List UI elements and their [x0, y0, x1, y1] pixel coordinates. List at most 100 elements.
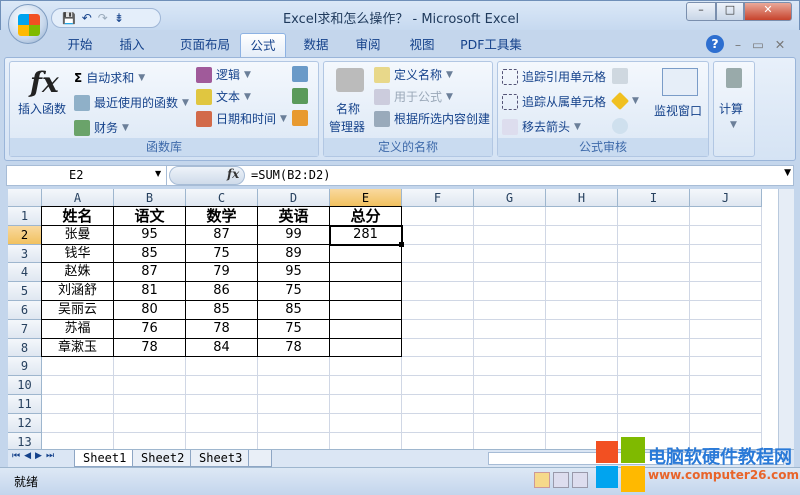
workbook-restore-button[interactable]: ▭ — [750, 33, 766, 57]
name-manager-label-2[interactable]: 管理器 — [329, 118, 365, 135]
tab-insert[interactable]: 插入 — [110, 33, 154, 57]
cell-H4[interactable] — [546, 263, 618, 283]
cell-E9[interactable] — [330, 357, 402, 377]
select-all-button[interactable] — [8, 189, 42, 207]
minimize-button[interactable]: – — [686, 2, 716, 21]
cell-B13[interactable] — [114, 432, 186, 449]
row-header-7[interactable]: 7 — [8, 319, 42, 339]
cell-I11[interactable] — [618, 395, 690, 414]
cell-F13[interactable] — [402, 432, 474, 449]
cell-C7[interactable]: 78 — [185, 318, 258, 339]
cell-C13[interactable] — [186, 432, 258, 449]
row-header-10[interactable]: 10 — [8, 376, 42, 395]
cell-J9[interactable] — [690, 357, 762, 377]
column-header-H[interactable]: H — [546, 189, 618, 207]
insert-function-icon[interactable]: fx — [30, 66, 59, 99]
insert-function-icon[interactable]: fx — [227, 167, 239, 181]
column-header-J[interactable]: J — [690, 189, 762, 207]
cell-H7[interactable] — [546, 319, 618, 339]
cell-A5[interactable]: 刘涵舒 — [41, 281, 114, 301]
tab-page-layout[interactable]: 页面布局 — [165, 33, 245, 57]
cell-E4[interactable] — [329, 262, 402, 283]
column-header-F[interactable]: F — [402, 189, 474, 207]
cell-D5[interactable]: 75 — [257, 281, 330, 301]
cell-C4[interactable]: 79 — [185, 262, 258, 283]
cell-H1[interactable] — [546, 207, 618, 226]
cell-F11[interactable] — [402, 395, 474, 414]
cell-F6[interactable] — [402, 301, 474, 320]
cell-C10[interactable] — [186, 376, 258, 395]
cell-D6[interactable]: 85 — [257, 300, 330, 320]
cell-A13[interactable] — [42, 432, 114, 449]
cell-H10[interactable] — [546, 376, 618, 395]
cell-A12[interactable] — [42, 413, 114, 433]
cell-I5[interactable] — [618, 282, 690, 301]
tab-data[interactable]: 数据 — [296, 33, 336, 57]
row-header-1[interactable]: 1 — [8, 207, 42, 226]
column-header-D[interactable]: D — [258, 189, 330, 207]
cell-J1[interactable] — [690, 207, 762, 226]
cell-J6[interactable] — [690, 301, 762, 320]
more-functions-button[interactable] — [292, 110, 308, 126]
close-button[interactable]: ✕ — [744, 2, 792, 21]
cell-J8[interactable] — [690, 338, 762, 358]
error-checking-button[interactable]: ▼ — [610, 91, 639, 111]
show-formulas-button[interactable] — [612, 68, 628, 84]
office-button[interactable] — [8, 4, 48, 44]
cell-G7[interactable] — [474, 319, 546, 339]
cell-D13[interactable] — [258, 432, 330, 449]
cell-F5[interactable] — [402, 282, 474, 301]
cell-C2[interactable]: 87 — [185, 224, 258, 245]
column-header-A[interactable]: A — [42, 189, 114, 207]
cell-A7[interactable]: 苏福 — [41, 318, 114, 339]
row-header-3[interactable]: 3 — [8, 244, 42, 264]
lookup-button[interactable] — [292, 66, 308, 82]
cell-B8[interactable]: 78 — [113, 337, 186, 358]
ribbon-minimize-button[interactable]: – — [730, 33, 746, 57]
cell-E5[interactable] — [329, 281, 402, 301]
sheet-tab-1[interactable]: Sheet1 — [74, 450, 136, 467]
create-from-selection-button[interactable]: 根据所选内容创建 — [374, 110, 490, 127]
cell-A1[interactable]: 姓名 — [41, 206, 114, 226]
row-header-5[interactable]: 5 — [8, 282, 42, 301]
cell-B1[interactable]: 语文 — [113, 206, 186, 226]
math-trig-button[interactable] — [292, 88, 308, 104]
cell-C9[interactable] — [186, 357, 258, 377]
cell-E6[interactable] — [329, 300, 402, 320]
cell-B3[interactable]: 85 — [113, 243, 186, 264]
cell-A6[interactable]: 吴丽云 — [41, 300, 114, 320]
page-break-view-icon[interactable] — [572, 472, 588, 488]
cell-E7[interactable] — [329, 318, 402, 339]
cell-F12[interactable] — [402, 413, 474, 433]
cell-J10[interactable] — [690, 376, 762, 395]
cell-A10[interactable] — [42, 376, 114, 395]
insert-function-button[interactable]: 插入函数 — [18, 100, 66, 117]
financial-button[interactable]: 财务 ▼ — [74, 119, 129, 136]
cell-I3[interactable] — [618, 244, 690, 264]
cell-B4[interactable]: 87 — [113, 262, 186, 283]
cell-B12[interactable] — [114, 413, 186, 433]
remove-arrows-button[interactable]: 移去箭头 ▼ — [502, 118, 581, 135]
page-layout-view-icon[interactable] — [553, 472, 569, 488]
cell-D11[interactable] — [258, 395, 330, 414]
use-in-formula-button[interactable]: 用于公式 ▼ — [374, 88, 453, 105]
cell-E8[interactable] — [329, 337, 402, 358]
sheet-tab-2[interactable]: Sheet2 — [132, 450, 194, 467]
cell-H3[interactable] — [546, 244, 618, 264]
cell-E11[interactable] — [330, 395, 402, 414]
name-box-dropdown-icon[interactable]: ▼ — [155, 169, 161, 178]
cell-I12[interactable] — [618, 413, 690, 433]
normal-view-icon[interactable] — [534, 472, 550, 488]
cell-G3[interactable] — [474, 244, 546, 264]
cell-B5[interactable]: 81 — [113, 281, 186, 301]
cell-J3[interactable] — [690, 244, 762, 264]
cell-J12[interactable] — [690, 413, 762, 433]
cell-E10[interactable] — [330, 376, 402, 395]
cell-H12[interactable] — [546, 413, 618, 433]
formula-input[interactable]: =SUM(B2:D2) — [251, 166, 330, 185]
cell-H8[interactable] — [546, 338, 618, 358]
cell-B9[interactable] — [114, 357, 186, 377]
cell-J5[interactable] — [690, 282, 762, 301]
column-header-I[interactable]: I — [618, 189, 690, 207]
cell-H6[interactable] — [546, 301, 618, 320]
